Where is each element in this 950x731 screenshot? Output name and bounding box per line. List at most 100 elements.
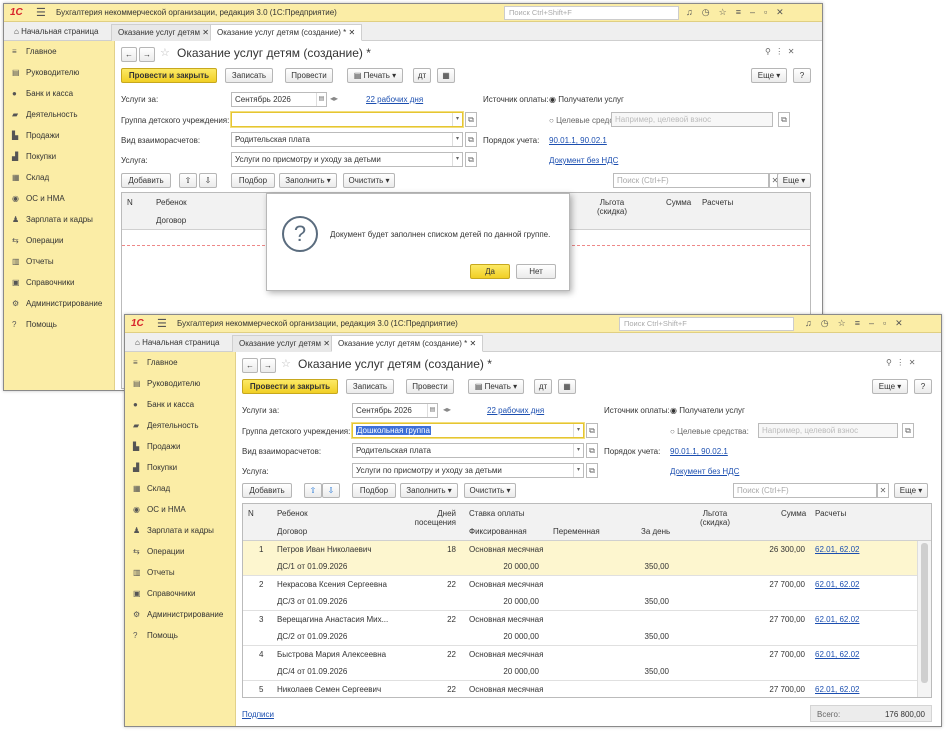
sidebar-item-manager[interactable]: ▤ Руководителю	[4, 62, 114, 83]
target-funds-field[interactable]: Например, целевой взнос	[611, 112, 773, 127]
target-funds-field[interactable]: Например, целевой взнос	[758, 423, 898, 438]
post-button[interactable]: Провести	[285, 68, 333, 83]
table-row[interactable]: 1 Петров Иван Николаевич ДС/1 от 01.09.2…	[243, 541, 917, 576]
post-button[interactable]: Провести	[406, 379, 454, 394]
global-search-input[interactable]: Поиск Ctrl+Shift+F	[619, 317, 794, 331]
selection-button[interactable]: Подбор	[231, 173, 275, 188]
group-open-icon[interactable]: ⧉	[586, 423, 598, 438]
more-button[interactable]: Еще ▾	[872, 379, 908, 394]
table-row[interactable]: 4 Быстрова Мария Алексеевна ДС/4 от 01.0…	[243, 646, 917, 681]
table-search-clear-icon[interactable]: ✕	[877, 483, 889, 498]
post-close-button[interactable]: Провести и закрыть	[121, 68, 217, 83]
menu-icon[interactable]: ☰	[36, 6, 46, 19]
settlement-field[interactable]: Родительская плата ▾	[352, 443, 584, 458]
period-nav-icon[interactable]: ◂▸	[330, 94, 338, 103]
clear-button[interactable]: Очистить ▾	[464, 483, 516, 498]
workdays-link[interactable]: 22 рабочих дня	[487, 406, 544, 415]
sidebar-item-help[interactable]: ? Помощь	[4, 314, 114, 335]
tab-services-create[interactable]: Оказание услуг детям (создание) * ✕	[331, 335, 484, 352]
dialog-yes-button[interactable]: Да	[470, 264, 510, 279]
save-button[interactable]: Записать	[346, 379, 394, 394]
print-button[interactable]: ▤ Печать ▾	[347, 68, 403, 83]
tab-home[interactable]: ⌂ Начальная страница	[8, 24, 104, 41]
service-open-icon[interactable]: ⧉	[465, 152, 477, 167]
accounting-link[interactable]: 90.01.1, 90.02.1	[549, 136, 607, 145]
tab-services-list[interactable]: Оказание услуг детям ✕	[232, 335, 337, 352]
tab-services-list[interactable]: Оказание услуг детям ✕	[111, 24, 216, 41]
minimize-icon[interactable]: –	[869, 318, 874, 329]
move-down-button[interactable]: ⇩	[199, 173, 217, 188]
back-button[interactable]: ←	[242, 358, 258, 373]
forward-button[interactable]: →	[260, 358, 276, 373]
table-row[interactable]: 2 Некрасова Ксения Сергеевна ДС/3 от 01.…	[243, 576, 917, 611]
accounting-link[interactable]: 90.01.1, 90.02.1	[670, 447, 728, 456]
source-radio-recipients[interactable]: ◉ Получатели услуг	[549, 95, 624, 104]
bell-icon[interactable]: ♫	[686, 7, 693, 18]
minimize-icon[interactable]: –	[750, 7, 755, 18]
selection-button[interactable]: Подбор	[352, 483, 396, 498]
maximize-icon[interactable]: ▫	[883, 318, 886, 329]
dt-kt-icon[interactable]: дт	[534, 379, 552, 394]
sidebar-item-catalogs[interactable]: ▣ Справочники	[4, 272, 114, 293]
table-search-input[interactable]: Поиск (Ctrl+F)	[613, 173, 769, 188]
history-icon[interactable]: ◷	[821, 318, 829, 329]
window-icons[interactable]: ⚲ ⋮ ✕	[765, 47, 794, 56]
sidebar-item-reports[interactable]: ▥ Отчеты	[125, 562, 235, 583]
move-up-button[interactable]: ⇧	[304, 483, 322, 498]
dialog-no-button[interactable]: Нет	[516, 264, 556, 279]
group-field[interactable]: ▾	[231, 112, 463, 127]
scrollbar-thumb[interactable]	[921, 543, 928, 683]
table-scrollbar[interactable]	[917, 541, 931, 697]
move-up-button[interactable]: ⇧	[179, 173, 197, 188]
add-button[interactable]: Добавить	[242, 483, 292, 498]
favorite-star-icon[interactable]: ☆	[160, 46, 170, 59]
sidebar-item-purchases[interactable]: ▟ Покупки	[125, 457, 235, 478]
structure-icon[interactable]: ▦	[437, 68, 455, 83]
fill-button[interactable]: Заполнить ▾	[400, 483, 458, 498]
print-button[interactable]: ▤ Печать ▾	[468, 379, 524, 394]
sidebar-item-admin[interactable]: ⚙ Администрирование	[125, 604, 235, 625]
close-icon[interactable]: ✕	[895, 318, 903, 329]
move-down-button[interactable]: ⇩	[322, 483, 340, 498]
help-button[interactable]: ?	[914, 379, 932, 394]
sidebar-item-purchases[interactable]: ▟ Покупки	[4, 146, 114, 167]
tab-home[interactable]: ⌂ Начальная страница	[129, 335, 225, 352]
sidebar-item-salary[interactable]: ♟ Зарплата и кадры	[4, 209, 114, 230]
settlement-field[interactable]: Родительская плата ▾	[231, 132, 463, 147]
group-open-icon[interactable]: ⧉	[465, 112, 477, 127]
target-open-icon[interactable]: ⧉	[902, 423, 914, 438]
sidebar-item-operations[interactable]: ⇆ Операции	[4, 230, 114, 251]
table-row[interactable]: 3 Верещагина Анастасия Мих... ДС/2 от 01…	[243, 611, 917, 646]
period-field[interactable]: Сентябрь 2026 ▤	[352, 403, 438, 418]
settlement-open-icon[interactable]: ⧉	[465, 132, 477, 147]
vat-link[interactable]: Документ без НДС	[670, 467, 739, 476]
menu-icon[interactable]: ☰	[157, 317, 167, 330]
sidebar-item-assets[interactable]: ◉ ОС и НМА	[4, 188, 114, 209]
add-button[interactable]: Добавить	[121, 173, 171, 188]
post-close-button[interactable]: Провести и закрыть	[242, 379, 338, 394]
group-field[interactable]: Дошкольная группа ▾	[352, 423, 584, 438]
signatures-link[interactable]: Подписи	[242, 710, 274, 719]
sidebar-item-sales[interactable]: ▙ Продажи	[4, 125, 114, 146]
table-more-button[interactable]: Еще ▾	[894, 483, 928, 498]
history-icon[interactable]: ◷	[702, 7, 710, 18]
close-icon[interactable]: ✕	[776, 7, 784, 18]
global-search-input[interactable]: Поиск Ctrl+Shift+F	[504, 6, 679, 20]
period-field[interactable]: Сентябрь 2026 ▤	[231, 92, 327, 107]
sidebar-item-salary[interactable]: ♟ Зарплата и кадры	[125, 520, 235, 541]
more-button[interactable]: Еще ▾	[751, 68, 787, 83]
sidebar-item-manager[interactable]: ▤ Руководителю	[125, 373, 235, 394]
service-field[interactable]: Услуги по присмотру и уходу за детьми ▾	[352, 463, 584, 478]
settings-icon[interactable]: ≡	[736, 7, 741, 18]
table-more-button[interactable]: Еще ▾	[777, 173, 811, 188]
maximize-icon[interactable]: ▫	[764, 7, 767, 18]
sidebar-item-admin[interactable]: ⚙ Администрирование	[4, 293, 114, 314]
sidebar-item-help[interactable]: ? Помощь	[125, 625, 235, 646]
star-icon[interactable]: ☆	[838, 318, 846, 329]
star-icon[interactable]: ☆	[719, 7, 727, 18]
tab-services-create[interactable]: Оказание услуг детям (создание) * ✕	[210, 24, 363, 41]
sidebar-item-sales[interactable]: ▙ Продажи	[125, 436, 235, 457]
favorite-star-icon[interactable]: ☆	[281, 357, 291, 370]
period-nav-icon[interactable]: ◂▸	[443, 405, 451, 414]
sidebar-item-bank[interactable]: ● Банк и касса	[4, 83, 114, 104]
